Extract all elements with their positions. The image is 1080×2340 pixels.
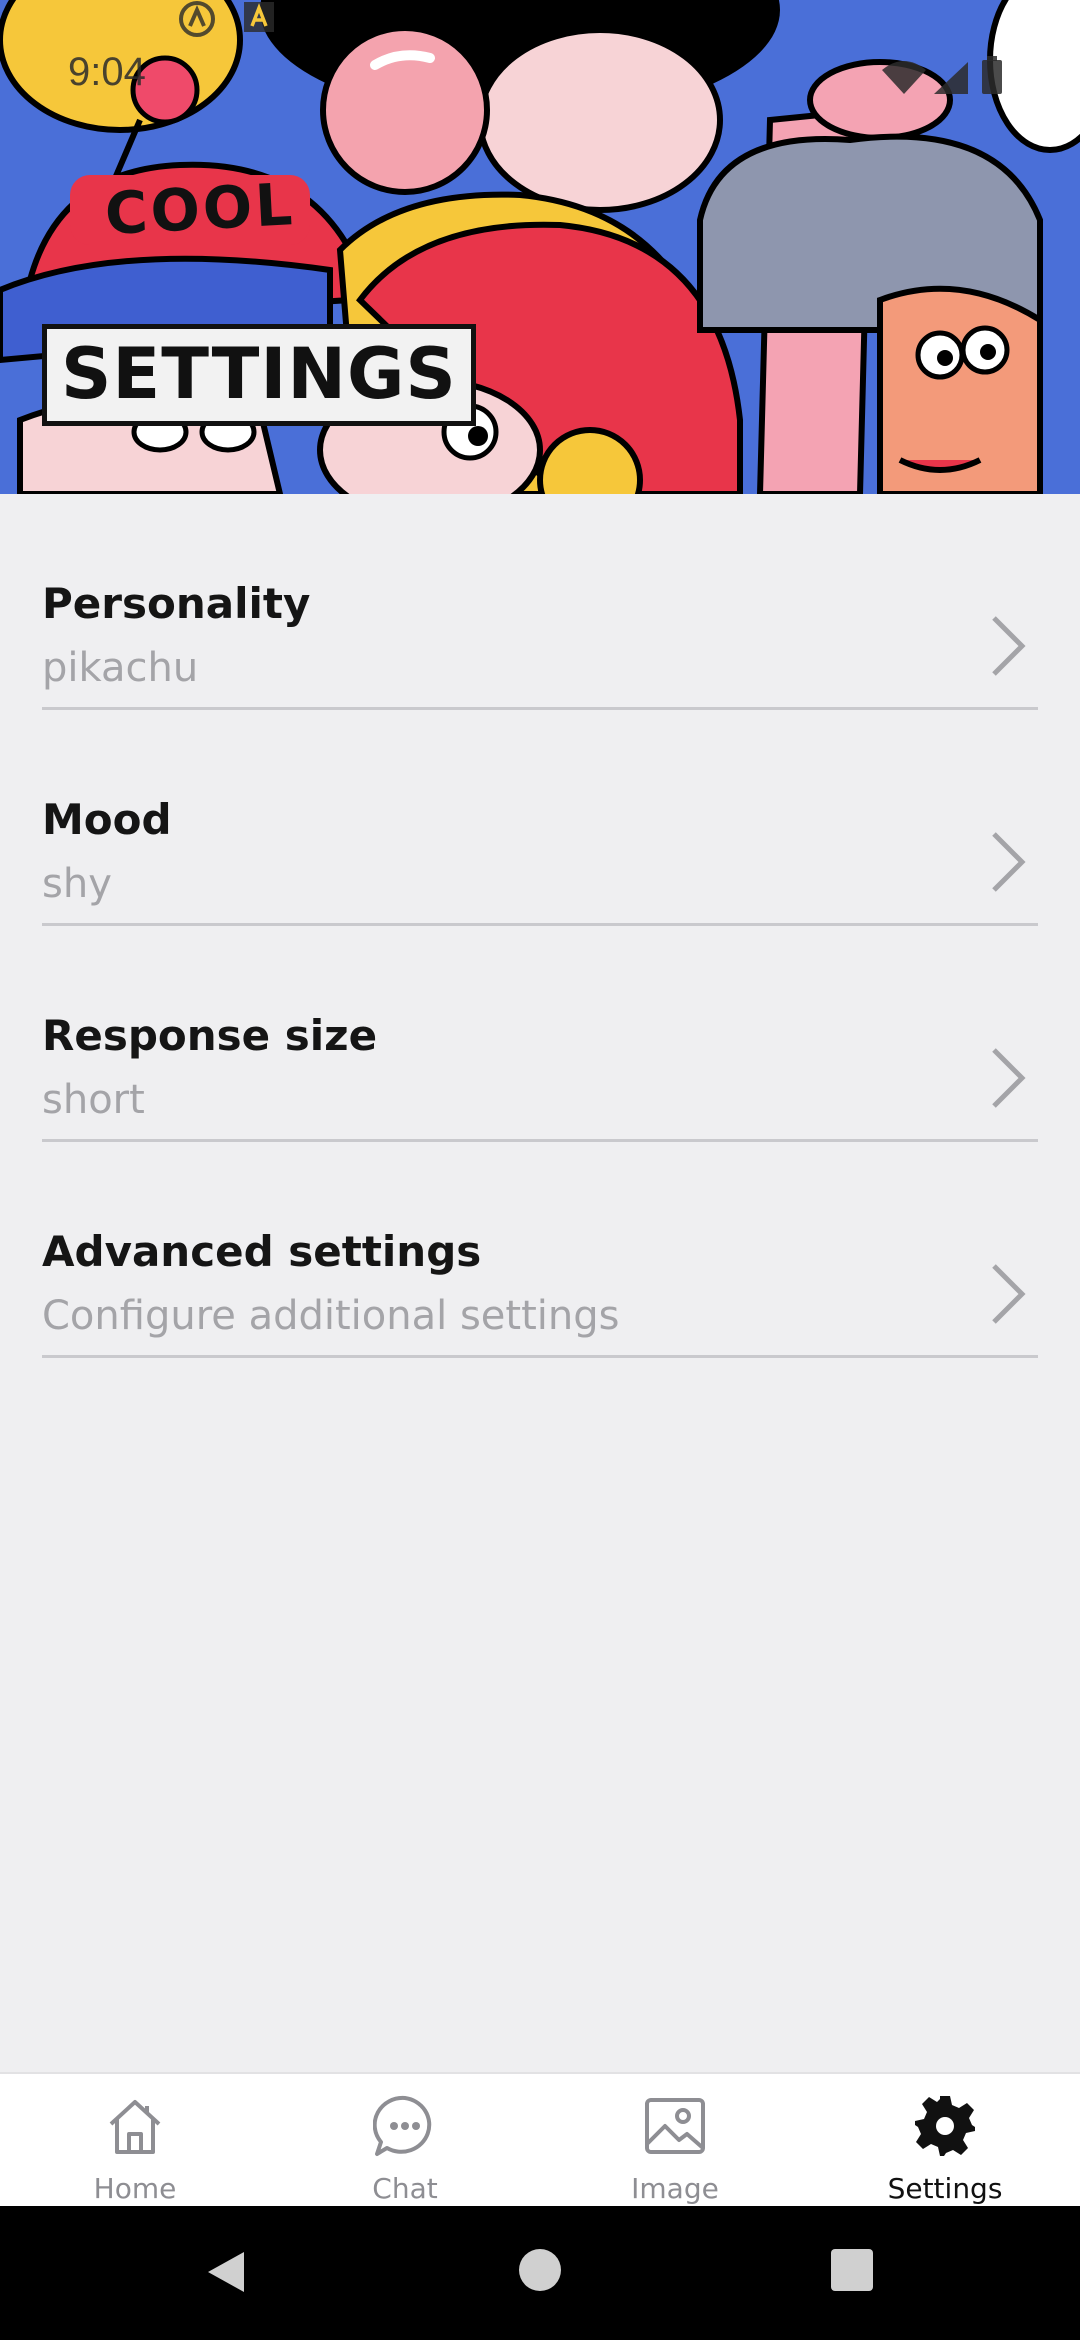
setting-title: Personality [42, 579, 311, 628]
setting-mood[interactable]: Mood shy [42, 710, 1038, 926]
setting-value: shy [42, 861, 112, 907]
settings-list: Personality pikachu Mood shy Response si… [42, 494, 1038, 1358]
home-icon [109, 2100, 161, 2154]
setting-title: Mood [42, 795, 172, 844]
back-icon[interactable] [204, 2248, 248, 2296]
image-icon [645, 2098, 705, 2154]
wifi-icon [882, 61, 926, 94]
tab-label: Home [93, 2172, 177, 2205]
system-nav-bar [0, 2206, 1080, 2340]
chevron-right-icon [992, 832, 1026, 892]
tab-label: Chat [372, 2172, 438, 2205]
notification-icon [179, 1, 215, 37]
hero-banner: COOL 9:04 SETTINGS [0, 0, 1080, 494]
status-time: 9:04 [68, 50, 146, 94]
setting-value: pikachu [42, 645, 199, 691]
tab-home[interactable]: Home [0, 2074, 270, 2206]
tab-settings[interactable]: Settings [810, 2074, 1080, 2206]
setting-value: short [42, 1077, 145, 1123]
keyboard-indicator-icon [244, 2, 274, 32]
gear-icon [915, 2096, 975, 2156]
chat-bubble-icon [373, 2095, 432, 2156]
setting-personality[interactable]: Personality pikachu [42, 494, 1038, 710]
setting-value: Configure additional settings [42, 1293, 620, 1339]
setting-title: Response size [42, 1011, 378, 1060]
setting-title: Advanced settings [42, 1227, 482, 1276]
setting-advanced[interactable]: Advanced settings Configure additional s… [42, 1142, 1038, 1358]
tab-chat[interactable]: Chat [270, 2074, 540, 2206]
recents-square-icon[interactable] [830, 2248, 874, 2292]
home-circle-icon[interactable] [518, 2248, 562, 2292]
cap-text: COOL [103, 170, 297, 248]
status-bar: 9:04 [0, 0, 1080, 150]
setting-response-size[interactable]: Response size short [42, 926, 1038, 1142]
tab-image[interactable]: Image [540, 2074, 810, 2206]
chevron-right-icon [992, 616, 1026, 676]
settings-screen: COOL 9:04 SETTINGS Personality pikachu M… [0, 0, 1080, 2340]
bottom-tab-bar: Home Chat Image Settings [0, 2072, 1080, 2206]
cellular-signal-icon [934, 62, 968, 94]
chevron-right-icon [992, 1048, 1026, 1108]
chevron-right-icon [992, 1264, 1026, 1324]
page-title: SETTINGS [42, 324, 476, 426]
battery-icon [982, 56, 1002, 94]
tab-label: Image [631, 2172, 719, 2205]
tab-label: Settings [887, 2172, 1003, 2205]
